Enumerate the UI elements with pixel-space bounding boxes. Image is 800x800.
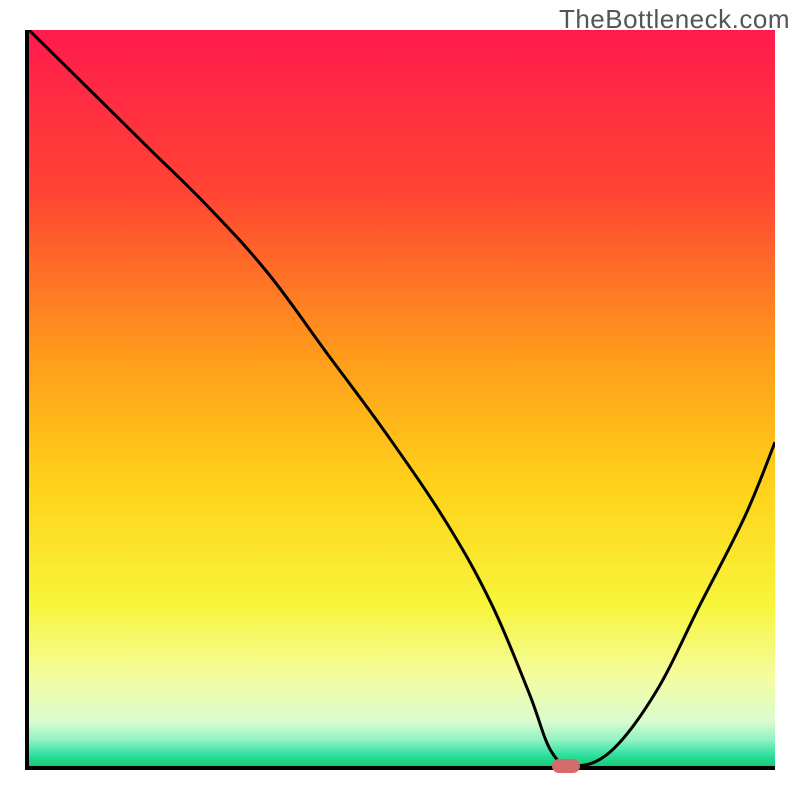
plot-area bbox=[25, 30, 775, 770]
chart-svg bbox=[29, 30, 775, 766]
optimal-marker bbox=[552, 759, 580, 773]
watermark-text: TheBottleneck.com bbox=[559, 4, 790, 35]
chart-container: TheBottleneck.com bbox=[0, 0, 800, 800]
